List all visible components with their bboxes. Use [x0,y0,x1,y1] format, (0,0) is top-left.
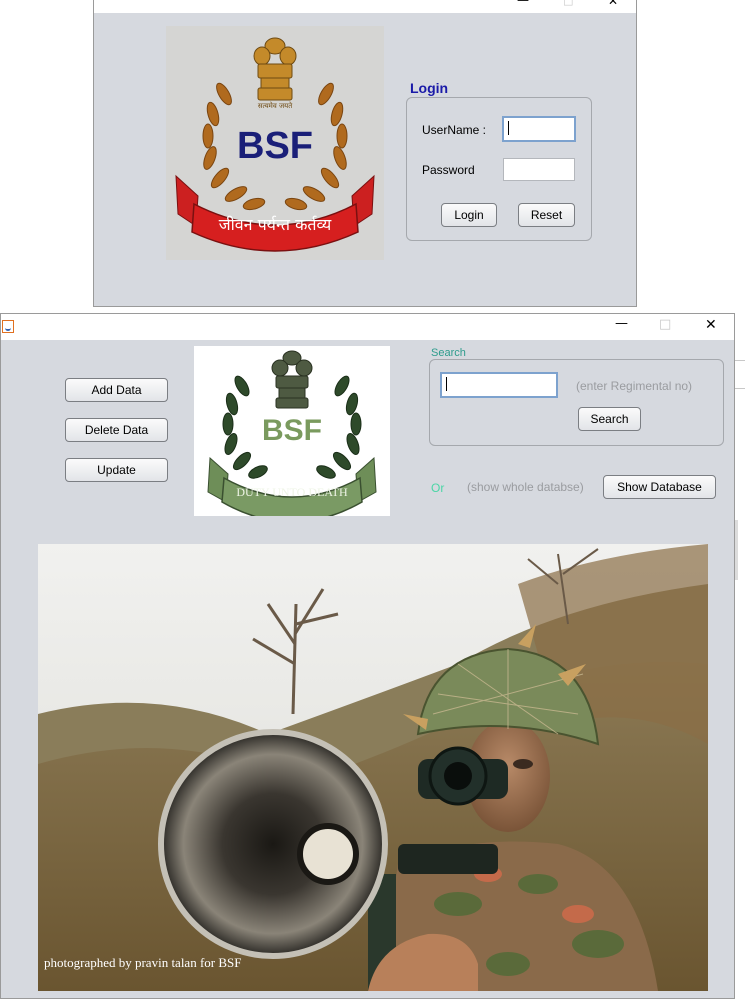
maximize-button[interactable]: □ [563,0,573,7]
reset-button[interactable]: Reset [518,203,575,227]
bsf-emblem-icon: सत्यमेव जयते BSF जीवन पर्यन्त कर्तव्य [175,37,375,252]
login-button[interactable]: Login [441,203,497,227]
bsf-logo-red: सत्यमेव जयते BSF जीवन पर्यन्त कर्तव्य [166,26,384,260]
photo-caption: photographed by pravin talan for BSF [44,955,242,970]
background-window-edge [735,388,745,389]
or-label: Or [431,481,445,495]
search-button[interactable]: Search [578,407,641,431]
maximize-button[interactable]: □ [659,317,671,332]
update-button[interactable]: Update [65,458,168,482]
soldier-photo-image [38,544,708,991]
text-caret [508,121,509,135]
login-window: — □ ✕ सत्यमेव जयते BSF जीवन पर्यन्त कर्त… [93,0,637,307]
search-panel: (enter Regimental no) Search [429,359,724,446]
minimize-button[interactable]: — [615,316,628,331]
java-app-icon [2,320,14,333]
regimental-no-hint: (enter Regimental no) [576,379,693,393]
svg-text:BSF: BSF [262,414,322,447]
bsf-emblem-icon: BSF DUTY UNTO DEATH [207,350,377,523]
show-database-button[interactable]: Show Database [603,475,716,499]
minimize-button[interactable]: — [517,0,529,7]
search-group-label: Search [431,347,466,359]
svg-text:जीवन पर्यन्त कर्तव्य: जीवन पर्यन्त कर्तव्य [219,215,332,234]
background-window-edge [735,520,738,580]
svg-text:BSF: BSF [237,125,313,167]
svg-text:सत्यमेव जयते: सत्यमेव जयते [258,101,293,110]
close-button[interactable]: ✕ [608,0,618,8]
main-window: — □ ✕ Add Data Delete Data Update BSF DU… [0,313,735,999]
text-caret [446,377,447,391]
password-label: Password [422,163,475,177]
login-titlebar: — □ ✕ [94,0,636,13]
username-input[interactable] [502,116,576,142]
bsf-logo-green: BSF DUTY UNTO DEATH [194,346,390,523]
svg-text:DUTY UNTO DEATH: DUTY UNTO DEATH [236,485,348,499]
username-label: UserName : [422,123,487,137]
add-data-button[interactable]: Add Data [65,378,168,402]
regimental-no-input[interactable] [440,372,558,398]
main-titlebar: — □ ✕ [1,314,734,340]
background-window-edge [735,360,745,361]
delete-data-button[interactable]: Delete Data [65,418,168,442]
login-panel: UserName : Password Login Reset [406,97,592,241]
close-button[interactable]: ✕ [705,317,717,333]
password-input[interactable] [503,158,575,181]
login-title: Login [410,80,449,96]
show-database-hint: (show whole databse) [467,480,584,494]
soldier-photo: photographed by pravin talan for BSF [38,544,708,991]
